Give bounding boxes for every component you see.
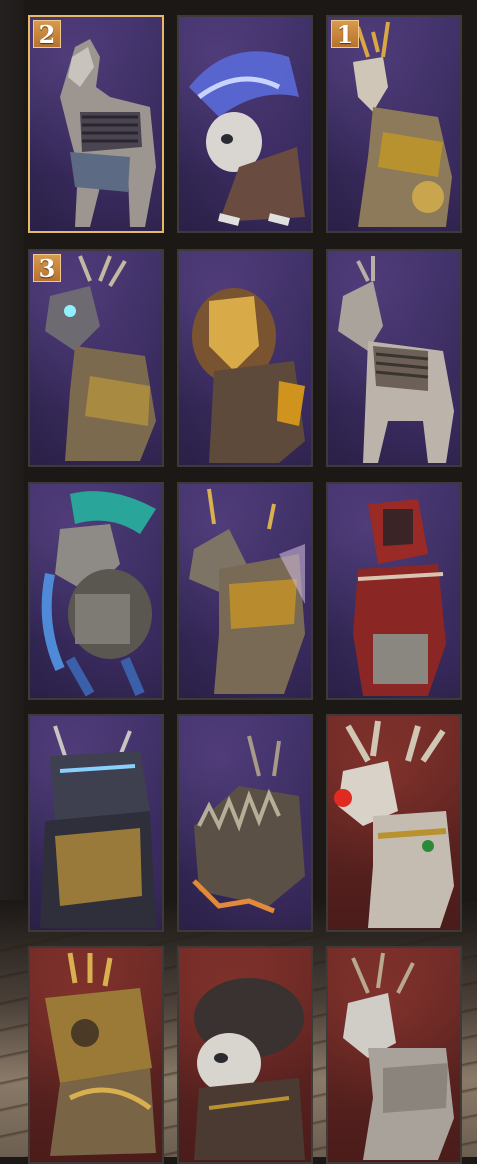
silver-stag-icon <box>343 952 454 1160</box>
spiked-boar-icon <box>192 735 305 914</box>
mount-tile-golden-spiked-beast[interactable] <box>28 946 164 1164</box>
mount-tile-feathered-elephant[interactable] <box>28 482 164 700</box>
mount-tile-armored-horse[interactable]: 2 <box>28 15 164 233</box>
red-armored-icon <box>353 499 446 696</box>
silver-horse-icon <box>338 256 454 463</box>
golden-spiked-beast-icon <box>45 952 156 1156</box>
mount-tile-glowing-eye-stag[interactable]: 3 <box>28 249 164 467</box>
glowing-eye-stag-icon <box>45 255 156 461</box>
rank-badge: 2 <box>33 20 61 49</box>
mount-tile-festive-reindeer[interactable] <box>326 714 462 932</box>
mount-tile-dark-panda[interactable] <box>177 946 313 1164</box>
rank-badge: 3 <box>33 254 61 283</box>
mount-tile-silver-horse[interactable] <box>326 249 462 467</box>
feathered-elephant-icon <box>41 491 156 697</box>
armored-horse-icon <box>60 39 156 227</box>
dark-panda-icon <box>194 978 305 1160</box>
mount-tile-frost-panda[interactable] <box>177 15 313 233</box>
festive-reindeer-icon <box>334 720 454 928</box>
golden-lion-icon <box>192 288 305 463</box>
rank-badge: 1 <box>331 20 359 49</box>
mount-grid: 2 1 3 <box>0 0 477 1164</box>
golden-wolf-icon <box>189 488 305 694</box>
frost-panda-icon <box>189 51 305 226</box>
mount-tile-golden-wolf[interactable] <box>177 482 313 700</box>
mount-tile-silver-stag[interactable] <box>326 946 462 1164</box>
mount-tile-golden-lion[interactable] <box>177 249 313 467</box>
golden-stag-icon <box>353 21 452 227</box>
mount-tile-red-armored[interactable] <box>326 482 462 700</box>
mount-tile-spiked-boar[interactable] <box>177 714 313 932</box>
dark-armored-beast-icon <box>40 725 156 928</box>
mount-tile-golden-stag[interactable]: 1 <box>326 15 462 233</box>
mount-tile-dark-armored-beast[interactable] <box>28 714 164 932</box>
